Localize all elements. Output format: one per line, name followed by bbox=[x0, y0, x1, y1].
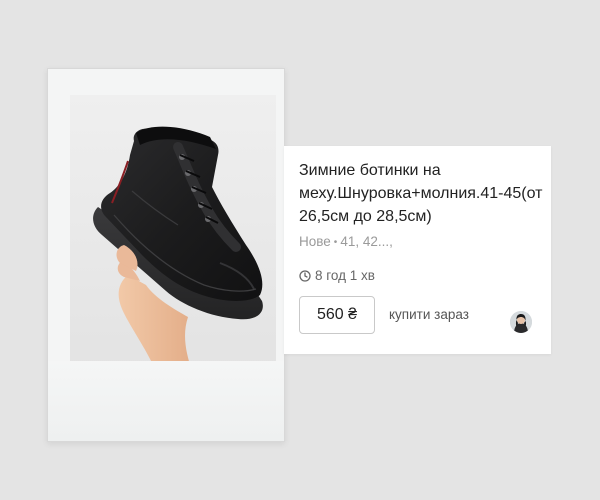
avatar-icon bbox=[510, 311, 532, 333]
buy-now-button[interactable]: купити зараз bbox=[389, 307, 469, 322]
condition-label: Нове bbox=[299, 234, 331, 249]
seller-avatar[interactable] bbox=[510, 311, 532, 333]
time-ago: 8 год 1 хв bbox=[299, 268, 375, 283]
product-meta: Нове • 41, 42..., bbox=[299, 234, 393, 249]
product-title[interactable]: Зимние ботинки на меху.Шнуровка+молния.4… bbox=[299, 159, 544, 228]
time-ago-label: 8 год 1 хв bbox=[315, 268, 375, 283]
boot-image bbox=[70, 95, 276, 371]
price-badge: 560 ₴ bbox=[299, 296, 375, 334]
separator-dot: • bbox=[333, 237, 338, 248]
price-value: 560 ₴ bbox=[316, 306, 358, 323]
product-card[interactable]: Зимние ботинки на меху.Шнуровка+молния.4… bbox=[284, 146, 551, 354]
clock-icon bbox=[299, 269, 311, 282]
product-photo-frame bbox=[47, 68, 285, 442]
sizes-label: 41, 42..., bbox=[340, 234, 393, 249]
product-photo[interactable] bbox=[70, 95, 276, 371]
